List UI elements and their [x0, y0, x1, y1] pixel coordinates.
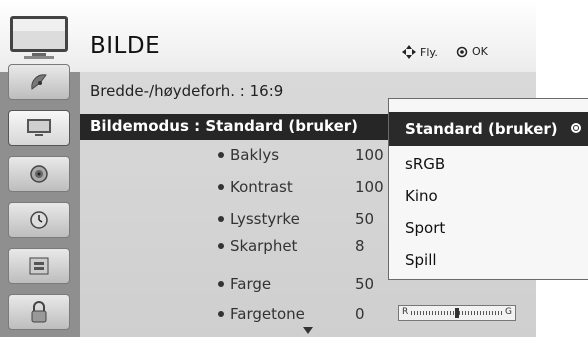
menu-header: BILDE Fly. OK — [0, 0, 536, 73]
setting-color[interactable]: Farge — [218, 275, 271, 293]
satellite-dish-icon — [31, 74, 47, 90]
option-kino[interactable]: Kino — [405, 187, 438, 205]
sidebar-item-picture[interactable] — [8, 110, 70, 146]
balance-knob[interactable] — [455, 308, 459, 318]
setting-contrast-value: 100 — [355, 178, 384, 196]
setting-sharpness[interactable]: Skarphet — [218, 237, 297, 255]
sidebar-item-time[interactable] — [8, 202, 70, 238]
setting-tint-value: 0 — [355, 305, 365, 323]
setting-brightness[interactable]: Lysstyrke — [218, 210, 300, 228]
balance-right-label: G — [505, 307, 512, 317]
picture-mode-label: Bildemodus : Standard (bruker) — [90, 117, 359, 135]
ok-hint: OK — [456, 45, 488, 58]
lock-icon — [31, 301, 47, 323]
setting-backlight[interactable]: Baklys — [218, 146, 279, 164]
navigate-hint-label: Fly. — [420, 45, 438, 59]
sidebar-item-channel[interactable] — [8, 64, 70, 100]
setting-sharpness-value: 8 — [355, 237, 365, 255]
setting-backlight-value: 100 — [355, 146, 384, 164]
ok-button-icon — [456, 46, 468, 57]
option-standard-user[interactable]: Standard (bruker) — [389, 112, 588, 146]
speaker-icon — [30, 165, 48, 183]
scroll-down-icon[interactable] — [303, 327, 313, 334]
option-srgb[interactable]: sRGB — [405, 155, 445, 173]
navigate-hint: Fly. — [402, 45, 438, 59]
option-spill[interactable]: Spill — [405, 251, 437, 269]
picture-mode-dropdown: Standard (bruker) sRGB Kino Sport Spill — [388, 98, 588, 280]
setting-color-value: 50 — [355, 275, 375, 293]
sidebar-item-option[interactable] — [8, 248, 70, 284]
picture-menu: BILDE Fly. OK Bredde-/høydeforh.: 16:9 … — [0, 0, 588, 337]
option-sport[interactable]: Sport — [405, 219, 445, 237]
tint-balance-slider[interactable]: R G — [398, 305, 516, 321]
navigate-arrows-icon — [402, 45, 416, 59]
setting-contrast[interactable]: Kontrast — [218, 178, 293, 196]
clock-icon — [30, 211, 48, 229]
page-title: BILDE — [90, 33, 161, 59]
category-sidebar — [0, 64, 80, 337]
tv-icon — [10, 16, 68, 59]
tv-screen-icon — [27, 119, 51, 136]
sidebar-item-lock[interactable] — [8, 294, 70, 330]
aspect-ratio-row[interactable]: Bredde-/høydeforh. : 16:9 — [90, 82, 283, 100]
setting-brightness-value: 50 — [355, 210, 375, 228]
sidebar-item-audio[interactable] — [8, 156, 70, 192]
setting-tint[interactable]: Fargetone — [218, 305, 305, 323]
option-box-icon — [29, 257, 49, 275]
balance-left-label: R — [402, 307, 409, 317]
selected-radio-icon — [571, 123, 581, 133]
ok-hint-label: OK — [472, 45, 488, 58]
